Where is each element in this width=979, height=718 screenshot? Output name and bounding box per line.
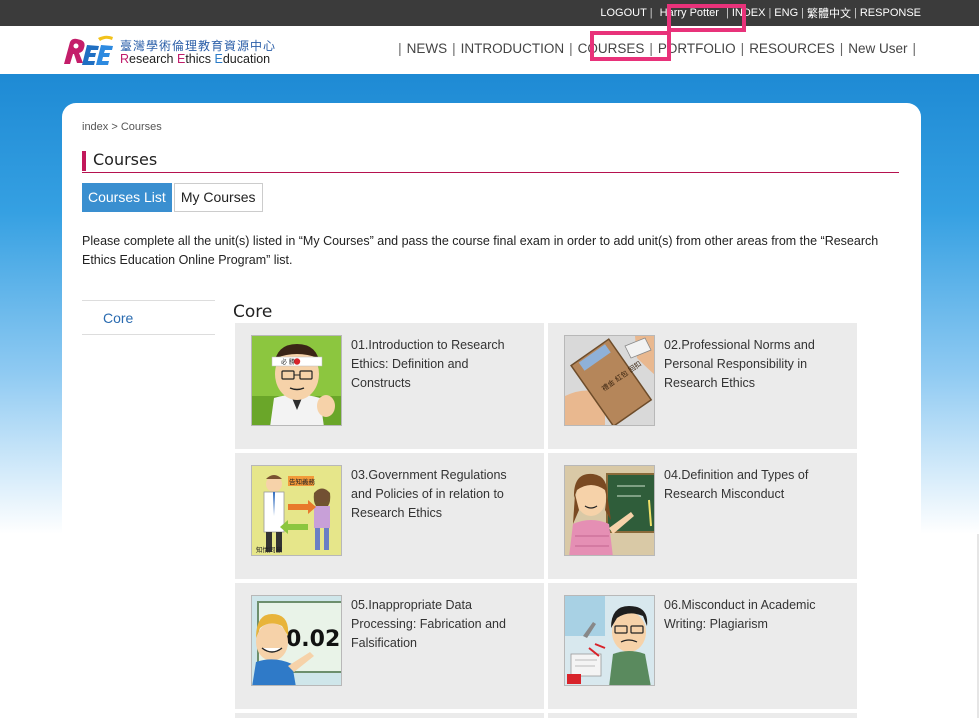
- course-notice-text: Please complete all the unit(s) listed i…: [82, 234, 879, 267]
- course-card[interactable]: [548, 713, 857, 718]
- nav-news[interactable]: NEWS: [407, 41, 448, 56]
- top-links: LOGOUT | Harry Potter | INDEX | ENG | 繁體…: [600, 0, 921, 26]
- student-headband-icon: 必 勝: [252, 336, 341, 425]
- course-card[interactable]: [235, 713, 544, 718]
- nav-separator: |: [839, 40, 844, 56]
- chinese-link[interactable]: 繁體中文: [807, 5, 851, 21]
- separator: |: [801, 7, 804, 19]
- tab-courses-list[interactable]: Courses List: [82, 183, 172, 212]
- separator: |: [649, 7, 653, 19]
- nav-resources[interactable]: RESOURCES: [749, 41, 835, 56]
- nav-new-user[interactable]: New User: [848, 41, 907, 56]
- plagiarism-icon: [565, 596, 654, 685]
- page-title: Courses: [93, 150, 158, 169]
- breadcrumb[interactable]: index > Courses: [82, 121, 162, 133]
- highlight-user-box: [667, 4, 746, 32]
- content-panel: index > Courses Courses Courses List My …: [62, 103, 921, 718]
- course-card[interactable]: 必 勝 01.Introduction to Research Ethics: …: [235, 323, 544, 449]
- course-category-sidebar: Core: [82, 300, 215, 335]
- course-card[interactable]: 禮金 紅包 回扣 02.Professional Norms and Perso…: [548, 323, 857, 449]
- headband-text: 必 勝: [281, 358, 295, 366]
- title-accent-bar: [82, 151, 86, 171]
- section-title: Core: [233, 302, 273, 322]
- course-title[interactable]: 02.Professional Norms and Personal Respo…: [664, 336, 839, 393]
- separator: |: [768, 7, 772, 19]
- course-thumbnail: [564, 595, 655, 686]
- nav-separator: |: [398, 40, 402, 56]
- course-thumbnail: 0.02: [251, 595, 342, 686]
- nav-separator: |: [912, 40, 916, 56]
- site-header: 臺灣學術倫理教育資源中心 Research Ethics Education |…: [0, 26, 979, 74]
- page-title-wrap: Courses: [82, 149, 899, 173]
- eng-link[interactable]: ENG: [774, 7, 798, 19]
- course-thumbnail: 禮金 紅包 回扣: [564, 335, 655, 426]
- course-thumbnail: [564, 465, 655, 556]
- sidebar-item-core[interactable]: Core: [103, 310, 133, 326]
- highlight-courses-box: [590, 31, 671, 61]
- fabricated-number-text: 0.02: [286, 627, 340, 652]
- course-title[interactable]: 05.Inappropriate Data Processing: Fabric…: [351, 596, 526, 653]
- course-title[interactable]: 03.Government Regulations and Policies o…: [351, 466, 526, 523]
- nav-separator: |: [452, 40, 456, 56]
- nav-introduction[interactable]: INTRODUCTION: [461, 41, 565, 56]
- envelope-bribe-icon: 禮金 紅包 回扣: [565, 336, 654, 425]
- course-tabs: Courses List My Courses: [82, 183, 263, 213]
- informed-consent-icon: 告知義務 知情同意: [252, 466, 341, 555]
- consent-text: 知情同意: [256, 545, 283, 554]
- course-card[interactable]: 04.Definition and Types of Research Misc…: [548, 453, 857, 579]
- logo-english-text: Research Ethics Education: [120, 52, 271, 66]
- top-utility-bar: LOGOUT | Harry Potter | INDEX | ENG | 繁體…: [0, 0, 979, 26]
- nav-separator: |: [740, 40, 745, 56]
- course-thumbnail: 告知義務 知情同意: [251, 465, 342, 556]
- response-link[interactable]: RESPONSE: [860, 7, 921, 19]
- research-misconduct-icon: [565, 466, 654, 555]
- course-card[interactable]: 0.02 05.Inappropriate Data Processing: F…: [235, 583, 544, 709]
- course-card[interactable]: 06.Misconduct in Academic Writing: Plagi…: [548, 583, 857, 709]
- separator: |: [854, 7, 857, 19]
- notify-text: 告知義務: [289, 477, 316, 486]
- course-title[interactable]: 06.Misconduct in Academic Writing: Plagi…: [664, 596, 839, 634]
- course-card[interactable]: 告知義務 知情同意 03.Government Regulations and …: [235, 453, 544, 579]
- site-logo[interactable]: 臺灣學術倫理教育資源中心 Research Ethics Education: [62, 34, 282, 68]
- tab-my-courses[interactable]: My Courses: [173, 183, 263, 212]
- data-fabrication-icon: 0.02: [252, 596, 341, 685]
- course-title[interactable]: 04.Definition and Types of Research Misc…: [664, 466, 839, 504]
- logout-link[interactable]: LOGOUT: [600, 7, 646, 19]
- course-title[interactable]: 01.Introduction to Research Ethics: Defi…: [351, 336, 526, 393]
- nav-separator: |: [569, 40, 573, 56]
- ree-logo-icon: [64, 35, 113, 65]
- course-thumbnail: 必 勝: [251, 335, 342, 426]
